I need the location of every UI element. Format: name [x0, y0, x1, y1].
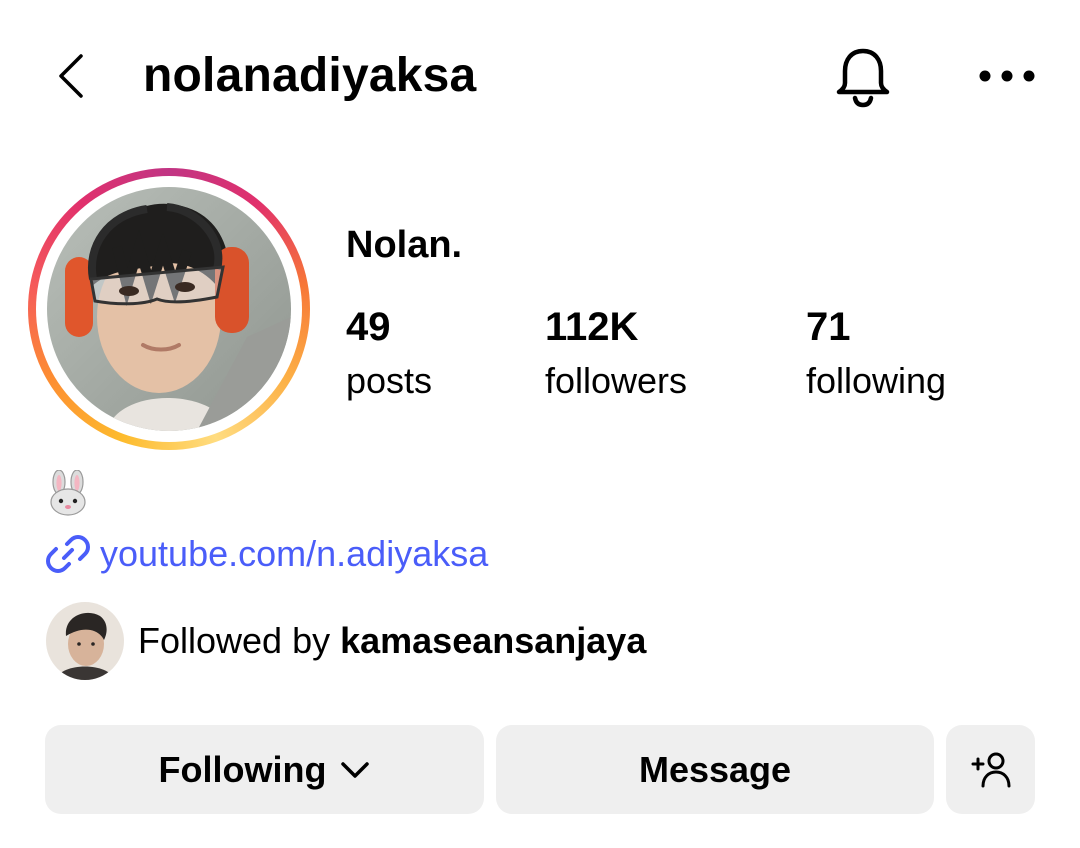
followed-by[interactable]: Followed by kamaseansanjaya: [46, 602, 646, 680]
more-horizontal-icon: [979, 70, 1035, 82]
follower-avatar: [46, 602, 124, 680]
bell-icon: [836, 48, 890, 108]
stat-followers[interactable]: 112K followers: [545, 304, 687, 404]
profile-avatar: [47, 187, 291, 431]
notifications-button[interactable]: [830, 44, 896, 110]
followed-by-username: kamaseansanjaya: [340, 620, 647, 661]
profile-username: nolanadiyaksa: [143, 49, 477, 102]
display-name: Nolan.: [346, 224, 463, 266]
followed-by-prefix: Followed by: [138, 620, 341, 661]
stat-value: 71: [806, 305, 851, 349]
stat-value: 112K: [545, 305, 639, 349]
chevron-left-icon: [59, 54, 83, 98]
stat-label: following: [806, 360, 947, 401]
stat-label: posts: [346, 360, 433, 401]
message-button-label: Message: [638, 748, 792, 790]
bio-link-text: youtube.com/n.adiyaksa: [100, 533, 489, 574]
stat-value: 49: [346, 305, 391, 349]
bio-link[interactable]: youtube.com/n.adiyaksa: [46, 530, 488, 578]
chevron-down-icon: [341, 761, 370, 778]
bio-emoji: 🐰: [46, 469, 90, 516]
following-button-label: Following: [158, 748, 327, 790]
story-ring[interactable]: [28, 168, 310, 450]
back-button[interactable]: [46, 48, 94, 104]
more-options-button[interactable]: [974, 52, 1040, 100]
rabbit-face-icon: [50, 469, 86, 516]
stat-following[interactable]: 71 following: [806, 304, 946, 404]
stat-label: followers: [545, 360, 688, 401]
following-button[interactable]: Following: [45, 725, 484, 814]
link-icon: [46, 535, 90, 573]
message-button[interactable]: Message: [496, 725, 934, 814]
add-person-icon: [971, 752, 1010, 787]
avatar-image: [47, 187, 291, 431]
followed-by-text: Followed by kamaseansanjaya: [138, 618, 646, 664]
profile-page: nolanadiyaksa Nolan. 49 posts 112K follo…: [0, 0, 1080, 848]
suggested-people-button[interactable]: [946, 725, 1035, 814]
avatar-border: [36, 176, 302, 442]
stat-posts[interactable]: 49 posts: [346, 304, 432, 404]
